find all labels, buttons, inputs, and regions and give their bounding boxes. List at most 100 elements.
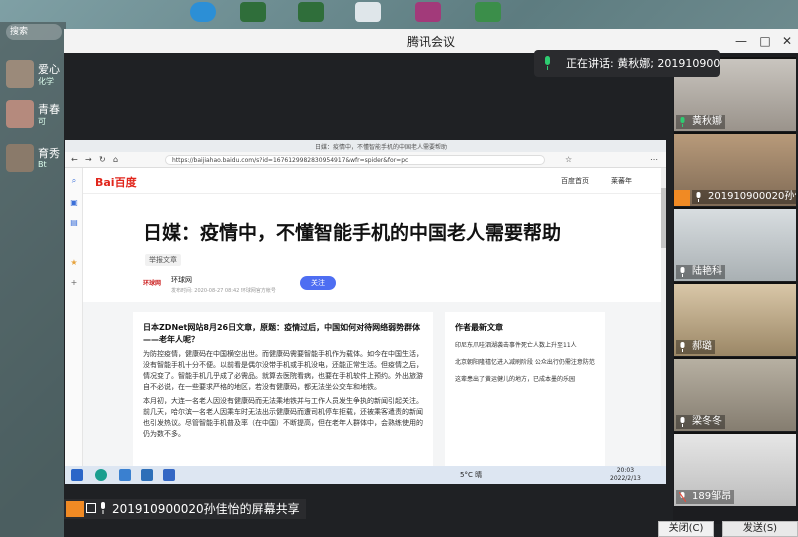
chat-search-input[interactable]: 搜索 <box>6 24 62 40</box>
desktop-app-icon[interactable] <box>298 2 324 22</box>
web-page: Bai百度 百度首页 莱蕃年 日媒：疫情中，不懂智能手机的中国老人需要帮助 举报… <box>83 168 666 466</box>
browser-tab-title: 日媒：疫情中，不懂智能手机的中国老人需要帮助 <box>315 144 448 151</box>
follow-button[interactable]: 关注 <box>300 276 336 290</box>
chat-list-item[interactable]: 爱心 化学 <box>4 58 64 92</box>
taskbar-clock[interactable]: 20:03 2022/2/13 <box>610 467 641 483</box>
article-paragraph: 本月初，大连一名老人因没有健康码而无法乘地铁并与工作人员发生争执的新闻引起关注。… <box>143 397 423 438</box>
participant-list: 黄秋娜 201910900020孙佳... 陆艳科 郝璐 <box>673 54 798 524</box>
header-link-home[interactable]: 百度首页 <box>561 176 589 186</box>
mic-icon <box>101 502 105 514</box>
report-article-link[interactable]: 举报文章 <box>145 254 181 266</box>
close-button[interactable]: 关闭(C) <box>658 521 714 537</box>
participant-tile[interactable]: 梁冬冬 <box>674 357 796 431</box>
header-link-user[interactable]: 莱蕃年 <box>611 176 632 186</box>
participant-name: 郝璐 <box>676 340 715 354</box>
chat-list-item[interactable]: 育秀 Bt <box>4 142 64 176</box>
mic-icon <box>696 192 701 202</box>
speaking-indicator: 正在讲话: 黄秋娜; 201910900... <box>534 50 720 77</box>
clock-time: 20:03 <box>616 467 635 474</box>
participant-name-text: 黄秋娜 <box>692 116 722 127</box>
window-title: 腾讯会议 <box>406 35 455 49</box>
windows-start-icon[interactable] <box>71 469 83 481</box>
mic-icon <box>680 342 685 352</box>
article-title: 日媒：疫情中，不懂智能手机的中国老人需要帮助 <box>143 222 562 244</box>
chat-preview: 可 <box>38 117 46 126</box>
send-button[interactable]: 发送(S) <box>722 521 798 537</box>
user-icon <box>66 501 84 517</box>
participant-tile[interactable]: 189邹昂 <box>674 432 796 506</box>
avatar <box>6 144 34 172</box>
mic-icon <box>680 417 685 427</box>
screen-share-icon <box>86 503 96 513</box>
chat-list-item[interactable]: 青春 可 <box>4 98 64 132</box>
source-logo: 环球网 <box>143 280 162 287</box>
back-icon[interactable]: ← <box>71 155 81 165</box>
article-body: 日本ZDNet网站8月26日文章，原题：疫情过后，中国如何对待网络弱势群体——老… <box>133 312 433 466</box>
chat-name: 育秀 <box>38 147 60 160</box>
chat-app-panel: 搜索 爱心 化学 青春 可 育秀 Bt <box>0 22 66 537</box>
desktop-icons-row <box>0 0 798 22</box>
minimize-button[interactable]: — <box>732 32 750 50</box>
favorites-icon[interactable]: ☆ <box>565 155 575 165</box>
url-field[interactable]: https://baijiahao.baidu.com/s?id=1676129… <box>165 155 545 165</box>
avatar <box>6 60 34 88</box>
search-icon[interactable]: ⌕ <box>69 176 79 186</box>
weather-text[interactable]: 5°C 晴 <box>460 470 482 480</box>
collection-icon[interactable]: ▣ <box>69 198 79 208</box>
chat-name: 青春 <box>38 103 60 116</box>
source-meta: 发布时间: 2020-08-27 08:42 环球网官方帐号 <box>171 288 276 294</box>
edge-icon[interactable] <box>95 469 107 481</box>
article-paragraph: 为防控疫情，健康码在中国横空出世。而健康码需要智能手机作为载体。如今在中国生活，… <box>143 350 423 391</box>
sidebar-article-link[interactable]: 印尼东爪哇泗湖袭击事件死亡人数上升至11人 <box>455 341 595 350</box>
participant-name-text: 201910900020孙佳... <box>708 191 796 202</box>
desktop-app-icon[interactable] <box>355 2 381 22</box>
shared-browser-window: 日媒：疫情中，不懂智能手机的中国老人需要帮助 ← → ↻ ⌂ https://b… <box>65 140 666 466</box>
participant-name-text: 郝璐 <box>692 341 712 352</box>
refresh-icon[interactable]: ↻ <box>99 155 109 165</box>
taskbar-app-icon[interactable] <box>141 469 153 481</box>
screen-share-stage: 日媒：疫情中，不懂智能手机的中国老人需要帮助 ← → ↻ ⌂ https://b… <box>64 53 670 523</box>
mic-icon <box>680 117 685 127</box>
participant-name: 陆艳科 <box>676 265 725 279</box>
star-icon[interactable]: ★ <box>69 258 79 268</box>
baidu-logo[interactable]: Bai百度 <box>95 174 137 190</box>
add-icon[interactable]: + <box>69 278 79 288</box>
mic-icon <box>545 56 550 70</box>
tools-icon[interactable]: ▤ <box>69 218 79 228</box>
browser-sidebar: ⌕ ▣ ▤ ★ + <box>65 168 83 466</box>
participant-name-text: 陆艳科 <box>692 266 722 277</box>
desktop-app-icon[interactable] <box>475 2 501 22</box>
maximize-button[interactable]: □ <box>756 32 774 50</box>
desktop-app-icon[interactable] <box>415 2 441 22</box>
sidebar-title: 作者最新文章 <box>455 323 503 332</box>
share-label-text: 201910900020孙佳怡的屏幕共享 <box>112 502 300 516</box>
forward-icon[interactable]: → <box>85 155 95 165</box>
browser-address-bar: ← → ↻ ⌂ https://baijiahao.baidu.com/s?id… <box>65 152 666 168</box>
sidebar-article-link[interactable]: 这辈患出了黄运健儿的地方，已成本墨的乐园 <box>455 375 595 384</box>
taskbar-app-icon[interactable] <box>163 469 175 481</box>
host-badge-icon <box>674 190 690 206</box>
speaking-text: 正在讲话: 黄秋娜; 201910900... <box>566 57 720 70</box>
source-name[interactable]: 环球网 <box>171 275 192 285</box>
chat-preview: Bt <box>38 160 47 169</box>
menu-icon[interactable]: ⋯ <box>650 155 660 165</box>
page-header: Bai百度 百度首页 莱蕃年 <box>83 168 666 194</box>
taskbar-app-icon[interactable] <box>119 469 131 481</box>
author-latest-articles: 作者最新文章 印尼东爪哇泗湖袭击事件死亡人数上升至11人 北京朝阳隆禧忆进入减刷… <box>445 312 605 466</box>
participant-name-text: 189邹昂 <box>692 491 732 502</box>
article-lead: 日本ZDNet网站8月26日文章，原题：疫情过后，中国如何对待网络弱势群体——老… <box>143 323 421 344</box>
screen-share-label: 201910900020孙佳怡的屏幕共享 <box>64 499 306 519</box>
close-window-button[interactable]: ✕ <box>778 32 796 50</box>
article: 日媒：疫情中，不懂智能手机的中国老人需要帮助 举报文章 环球网 环球网 发布时间… <box>83 194 666 466</box>
home-icon[interactable]: ⌂ <box>113 155 123 165</box>
browser-tab[interactable]: 日媒：疫情中，不懂智能手机的中国老人需要帮助 <box>65 140 666 152</box>
participant-name: 189邹昂 <box>676 490 735 504</box>
desktop-app-icon[interactable] <box>190 2 216 22</box>
page-scrollbar[interactable] <box>661 168 666 466</box>
participant-name: 201910900020孙佳... <box>692 190 796 204</box>
desktop-app-icon[interactable] <box>240 2 266 22</box>
participant-tile[interactable]: 陆艳科 <box>674 207 796 281</box>
participant-tile[interactable]: 201910900020孙佳... <box>674 132 796 206</box>
sidebar-article-link[interactable]: 北京朝阳隆禧忆进入减刷阶段 公众出行仍需注意防范 <box>455 358 595 367</box>
participant-tile[interactable]: 郝璐 <box>674 282 796 356</box>
